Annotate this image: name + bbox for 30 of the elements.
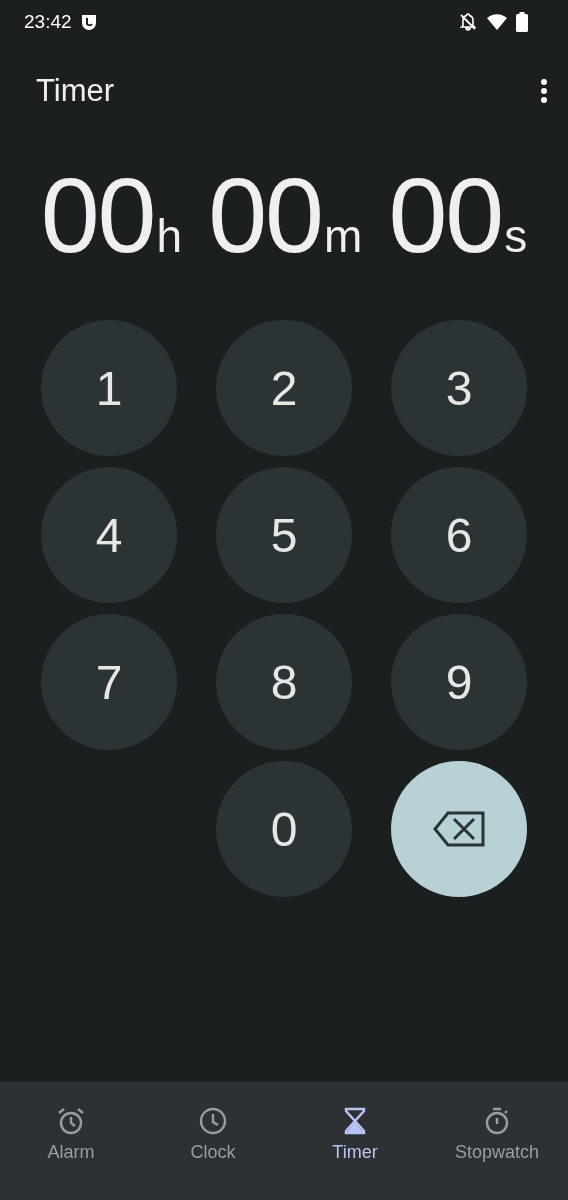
battery-icon bbox=[516, 12, 528, 32]
backspace-icon bbox=[432, 810, 486, 848]
digit-key[interactable]: 8 bbox=[216, 614, 352, 750]
app-notification-icon bbox=[79, 13, 98, 31]
bell-off-icon bbox=[458, 12, 478, 32]
status-time: 23:42 bbox=[24, 11, 72, 33]
digit-key[interactable]: 0 bbox=[216, 761, 352, 897]
screen-title: Timer bbox=[36, 73, 116, 109]
time-digits: 00 bbox=[40, 155, 155, 276]
wifi-icon bbox=[486, 13, 508, 31]
clock-icon bbox=[198, 1106, 228, 1136]
digit-key[interactable]: 4 bbox=[41, 467, 177, 603]
digit-key[interactable]: 1 bbox=[41, 320, 177, 456]
digit-key[interactable]: 5 bbox=[216, 467, 352, 603]
time-digits: 00 bbox=[208, 155, 323, 276]
digit-key[interactable]: 6 bbox=[391, 467, 527, 603]
time-unit: h bbox=[156, 209, 183, 264]
alarm-clock-icon bbox=[56, 1106, 86, 1136]
time-unit: s bbox=[504, 209, 528, 264]
more-options-icon bbox=[540, 78, 548, 104]
digit-key[interactable]: 9 bbox=[391, 614, 527, 750]
nav-tab[interactable]: Stopwatch bbox=[426, 1106, 568, 1163]
nav-tab[interactable]: Alarm bbox=[0, 1106, 142, 1163]
nav-tab[interactable]: Clock bbox=[142, 1106, 284, 1163]
digit-key[interactable]: 7 bbox=[41, 614, 177, 750]
time-digits: 00 bbox=[388, 155, 503, 276]
nav-tab[interactable]: Timer bbox=[284, 1106, 426, 1163]
digit-key[interactable]: 2 bbox=[216, 320, 352, 456]
time-unit: m bbox=[324, 209, 363, 264]
digit-key[interactable]: 3 bbox=[391, 320, 527, 456]
